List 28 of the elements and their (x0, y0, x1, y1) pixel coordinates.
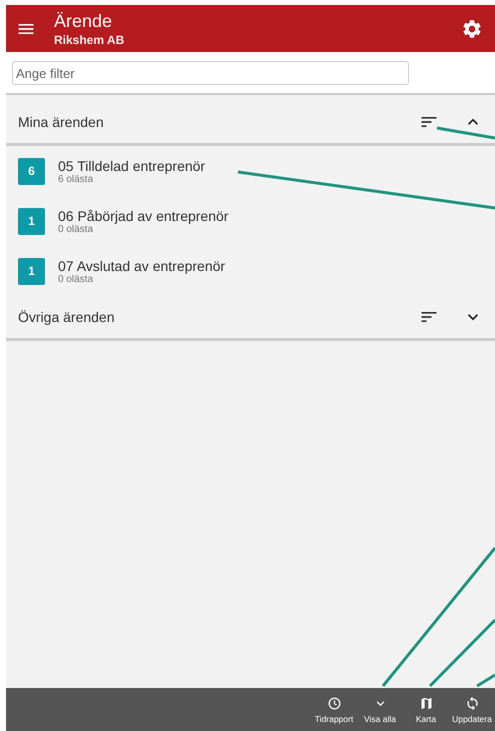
bottom-action[interactable]: Karta (403, 696, 449, 724)
group-header[interactable]: Övriga ärenden (6, 296, 495, 341)
list-item[interactable]: 1 07 Avslutad av entreprenör 0 olästa (6, 246, 495, 296)
count-badge: 1 (18, 208, 45, 234)
list-item[interactable]: 6 05 Tilldelad entreprenör 6 olästa (6, 146, 495, 196)
leader-line (436, 126, 495, 140)
bottom-action[interactable]: Tidrapport (311, 696, 357, 724)
bottom-action[interactable]: Uppdatera (449, 696, 495, 724)
filter-field[interactable]: Ange filter (12, 61, 409, 85)
unread-count: 6 olästa (58, 174, 94, 184)
unread-count: 0 olästa (58, 274, 94, 284)
count-badge: 6 (18, 158, 45, 184)
unread-count: 0 olästa (58, 224, 94, 234)
item-title: 07 Avslutad av entreprenör (58, 258, 226, 274)
app-title: Ärende (54, 10, 114, 30)
settings-icon[interactable] (461, 18, 483, 40)
group-header[interactable]: Mina ärenden (6, 101, 495, 146)
bottom-action[interactable]: Visa alla (357, 696, 403, 724)
count-badge: 1 (18, 258, 45, 284)
item-title: 06 Påbörjad av entreprenör (58, 208, 228, 224)
item-title: 05 Tilldelad entreprenör (58, 158, 206, 174)
app-subtitle: Rikshem AB (54, 32, 126, 46)
list-item[interactable]: 1 06 Påbörjad av entreprenör 0 olästa (6, 196, 495, 246)
clock-icon (326, 696, 342, 710)
refresh-icon (464, 696, 480, 710)
map-icon (418, 696, 434, 710)
group-title: Mina ärenden (18, 114, 105, 130)
group-title: Övriga ärenden (18, 309, 116, 325)
